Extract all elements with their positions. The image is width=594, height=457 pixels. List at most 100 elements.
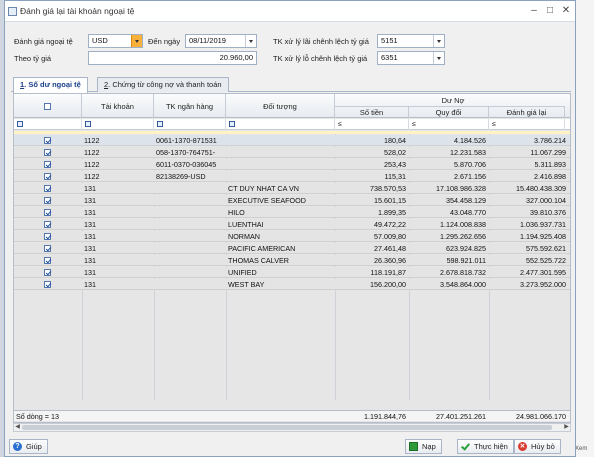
cell-account[interactable]: 131	[82, 195, 154, 206]
cell-converted[interactable]: 598.921.011	[409, 255, 489, 266]
cell-object[interactable]: EXECUTIVE SEAFOOD	[226, 195, 335, 206]
cell-amount[interactable]: 528,02	[335, 147, 409, 158]
row-checkbox[interactable]	[44, 161, 51, 168]
cell-bank-account[interactable]	[154, 219, 226, 230]
cell-revalued[interactable]: 2.477.301.595	[489, 267, 569, 278]
loss-account-select[interactable]: 6351	[377, 51, 445, 65]
cell-revalued[interactable]: 15.480.438.309	[489, 183, 569, 194]
row-checkbox[interactable]	[44, 173, 51, 180]
cell-converted[interactable]: 1.124.008.838	[409, 219, 489, 230]
row-checkbox-cell[interactable]	[14, 207, 82, 218]
cell-amount[interactable]: 180,64	[335, 135, 409, 146]
cell-amount[interactable]: 49.472,22	[335, 219, 409, 230]
cell-converted[interactable]: 17.108.986.328	[409, 183, 489, 194]
row-checkbox-cell[interactable]	[14, 147, 82, 158]
row-checkbox-cell[interactable]	[14, 219, 82, 230]
cell-account[interactable]: 1122	[82, 135, 154, 146]
cell-object[interactable]: THOMAS CALVER	[226, 255, 335, 266]
cell-bank-account[interactable]	[154, 255, 226, 266]
rate-input[interactable]: 20.960,00	[88, 51, 257, 65]
cell-bank-account[interactable]: 0061-1370-871531	[154, 135, 226, 146]
row-checkbox[interactable]	[44, 281, 51, 288]
filter-cell-converted[interactable]: ≤	[409, 119, 489, 130]
row-checkbox[interactable]	[44, 209, 51, 216]
table-row[interactable]: 131 WEST BAY 156.200,00 3.548.864.000 3.273.…	[14, 279, 570, 290]
select-all-checkbox[interactable]	[44, 102, 51, 110]
cell-object[interactable]: NORMAN	[226, 231, 335, 242]
filter-cell-amount[interactable]: ≤	[335, 119, 409, 130]
table-row[interactable]: 131 HILO 1.899,35 43.048.770 39.810.376	[14, 207, 570, 218]
cell-converted[interactable]: 43.048.770	[409, 207, 489, 218]
row-checkbox[interactable]	[44, 233, 51, 240]
cell-account[interactable]: 1122	[82, 171, 154, 182]
cell-converted[interactable]: 2.671.156	[409, 171, 489, 182]
header-converted[interactable]: Quy đổi	[409, 106, 489, 118]
cell-object[interactable]: LUENTHAI	[226, 219, 335, 230]
cell-amount[interactable]: 57.009,80	[335, 231, 409, 242]
cell-bank-account[interactable]	[154, 267, 226, 278]
filter-icon[interactable]	[17, 121, 23, 127]
cell-bank-account[interactable]: 82138269-USD	[154, 171, 226, 182]
row-checkbox-cell[interactable]	[14, 171, 82, 182]
row-checkbox[interactable]	[44, 185, 51, 192]
cell-converted[interactable]: 623.924.825	[409, 243, 489, 254]
cell-object[interactable]: UNIFIED	[226, 267, 335, 278]
cell-account[interactable]: 131	[82, 183, 154, 194]
cell-object[interactable]	[226, 171, 335, 182]
cell-revalued[interactable]: 327.000.104	[489, 195, 569, 206]
cell-revalued[interactable]: 1.194.925.408	[489, 231, 569, 242]
header-account[interactable]: Tài khoản	[82, 94, 154, 118]
row-checkbox[interactable]	[44, 245, 51, 252]
cell-account[interactable]: 131	[82, 231, 154, 242]
cell-amount[interactable]: 115,31	[335, 171, 409, 182]
table-row[interactable]: 1122 058-1370-764751- 528,02 12.231.583 11.0…	[14, 147, 570, 158]
filter-cell-account[interactable]	[82, 119, 154, 130]
filter-cell-object[interactable]	[226, 119, 335, 130]
table-row[interactable]: 131 PACIFIC AMERICAN 27.461,48 623.924.825 5…	[14, 243, 570, 254]
row-checkbox-cell[interactable]	[14, 183, 82, 194]
filter-cell-select[interactable]	[14, 119, 82, 130]
cell-object[interactable]: HILO	[226, 207, 335, 218]
row-checkbox-cell[interactable]	[14, 231, 82, 242]
cell-account[interactable]: 131	[82, 267, 154, 278]
close-icon[interactable]: ✕	[559, 4, 573, 18]
cell-bank-account[interactable]	[154, 279, 226, 290]
tab-foreign-balance[interactable]: 1. Số dư ngoại tệ	[13, 77, 88, 93]
cell-amount[interactable]: 26.360,96	[335, 255, 409, 266]
cell-object[interactable]	[226, 147, 335, 158]
cell-bank-account[interactable]: 058-1370-764751-	[154, 147, 226, 158]
cell-amount[interactable]: 738.570,53	[335, 183, 409, 194]
cell-account[interactable]: 1122	[82, 147, 154, 158]
help-button[interactable]: ? Giúp	[9, 439, 48, 454]
cell-account[interactable]: 131	[82, 243, 154, 254]
cell-converted[interactable]: 1.295.262.656	[409, 231, 489, 242]
cancel-button[interactable]: ✕ Hủy bỏ	[514, 439, 561, 454]
table-row[interactable]: 131 THOMAS CALVER 26.360,96 598.921.011 552.…	[14, 255, 570, 266]
cell-converted[interactable]: 3.548.864.000	[409, 279, 489, 290]
row-checkbox-cell[interactable]	[14, 279, 82, 290]
filter-cell-revalued[interactable]: ≤	[489, 119, 565, 130]
row-checkbox-cell[interactable]	[14, 255, 82, 266]
table-row[interactable]: 1122 0061-1370-871531 180,64 4.184.526 3.786…	[14, 135, 570, 146]
row-checkbox[interactable]	[44, 257, 51, 264]
cell-amount[interactable]: 118.191,87	[335, 267, 409, 278]
cell-object[interactable]	[226, 135, 335, 146]
row-checkbox-cell[interactable]	[14, 195, 82, 206]
cell-converted[interactable]: 5.870.706	[409, 159, 489, 170]
table-row[interactable]: 131 EXECUTIVE SEAFOOD 15.601,15 354.458.129…	[14, 195, 570, 206]
cell-object[interactable]	[226, 159, 335, 170]
row-checkbox[interactable]	[44, 221, 51, 228]
header-revalued[interactable]: Đánh giá lại	[489, 106, 565, 118]
cell-revalued[interactable]: 3.273.952.000	[489, 279, 569, 290]
header-object[interactable]: Đối tượng	[226, 94, 335, 118]
cell-amount[interactable]: 1.899,35	[335, 207, 409, 218]
scroll-right-icon[interactable]: ▶	[563, 424, 570, 431]
horizontal-scrollbar[interactable]: ◀ ▶	[13, 423, 571, 432]
chevron-down-icon[interactable]	[433, 35, 444, 47]
cell-converted[interactable]: 12.231.583	[409, 147, 489, 158]
cell-bank-account[interactable]	[154, 207, 226, 218]
cell-revalued[interactable]: 1.036.937.731	[489, 219, 569, 230]
row-checkbox-cell[interactable]	[14, 243, 82, 254]
cell-object[interactable]: PACIFIC AMERICAN	[226, 243, 335, 254]
filter-icon[interactable]	[85, 121, 91, 127]
